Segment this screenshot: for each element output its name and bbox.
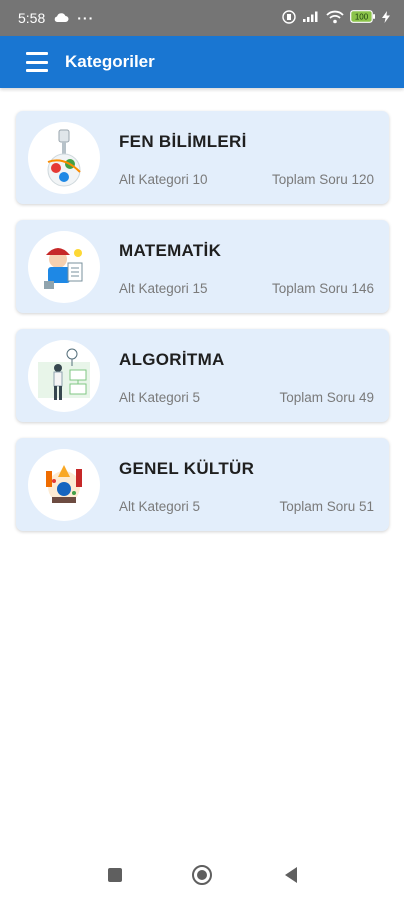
science-illustration-icon	[28, 122, 100, 194]
menu-icon[interactable]	[26, 51, 48, 73]
math-illustration-icon	[28, 231, 100, 303]
question-total: Toplam Soru 51	[279, 499, 374, 514]
wifi-icon	[326, 10, 344, 27]
subcategory-count: Alt Kategori 15	[119, 281, 208, 296]
subcategory-count: Alt Kategori 10	[119, 172, 208, 187]
page-title: Kategoriler	[65, 52, 155, 71]
subcategory-count: Alt Kategori 5	[119, 499, 201, 514]
more-notifications-icon: ···	[77, 10, 95, 26]
category-title: GENEL KÜLTÜR	[119, 459, 255, 478]
subcategory-count: Alt Kategori 5	[119, 390, 201, 405]
cloud-icon	[53, 10, 69, 26]
back-icon[interactable]	[280, 864, 302, 886]
battery-level: 100	[355, 13, 369, 22]
navigation-bar	[0, 850, 404, 900]
category-title: ALGORİTMA	[119, 350, 225, 369]
app-bar: Kategoriler	[0, 36, 404, 88]
recent-apps-icon[interactable]	[104, 864, 126, 886]
sim-icon	[282, 9, 296, 27]
category-title: MATEMATİK	[119, 241, 222, 260]
status-time: 5:58	[18, 10, 46, 26]
category-card-genel-kultur[interactable]: GENEL KÜLTÜR Alt Kategori 5 Toplam Soru …	[16, 438, 389, 531]
home-icon[interactable]	[191, 864, 213, 886]
category-card-algoritma[interactable]: ALGORİTMA Alt Kategori 5 Toplam Soru 49	[16, 329, 389, 422]
question-total: Toplam Soru 120	[271, 172, 374, 187]
category-card-matematik[interactable]: MATEMATİK Alt Kategori 15 Toplam Soru 14…	[16, 220, 389, 313]
question-total: Toplam Soru 146	[271, 281, 374, 296]
question-total: Toplam Soru 49	[279, 390, 374, 405]
category-list: FEN BİLİMLERİ Alt Kategori 10 Toplam Sor…	[16, 111, 389, 547]
battery-icon: 100	[350, 10, 376, 26]
culture-illustration-icon	[28, 449, 100, 521]
charging-icon	[382, 10, 390, 26]
status-bar: 5:58 ··· 100	[0, 0, 404, 36]
category-card-fen[interactable]: FEN BİLİMLERİ Alt Kategori 10 Toplam Sor…	[16, 111, 389, 204]
category-title: FEN BİLİMLERİ	[119, 132, 247, 151]
algorithm-illustration-icon	[28, 340, 100, 412]
signal-icon	[302, 10, 320, 26]
